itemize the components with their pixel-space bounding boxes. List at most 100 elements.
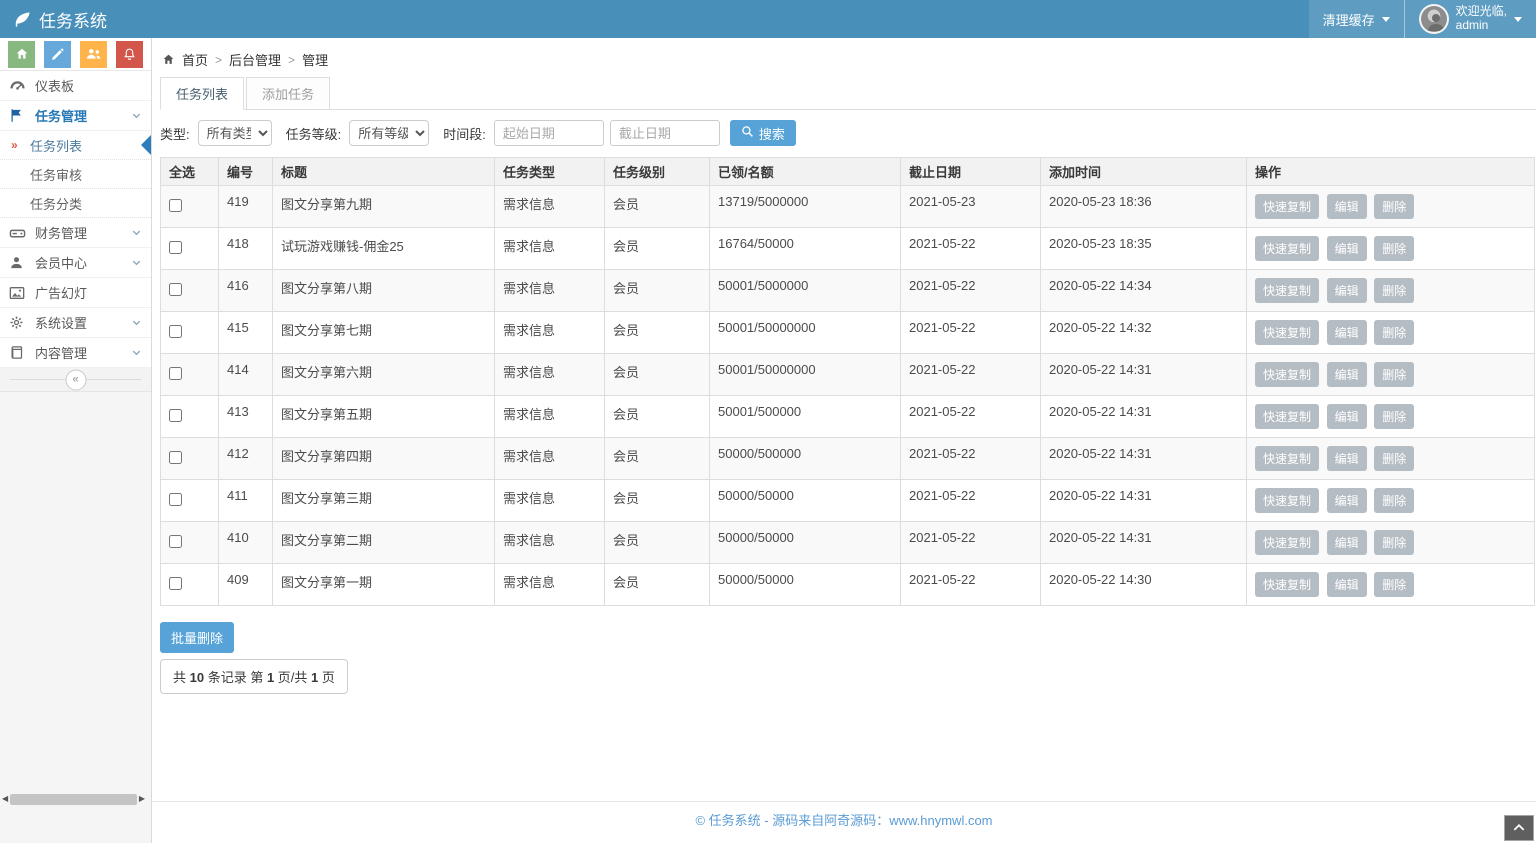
quick-copy-button[interactable]: 快速复制	[1255, 446, 1319, 471]
edit-button[interactable]: 编辑	[1327, 404, 1367, 429]
delete-button[interactable]: 删除	[1374, 404, 1414, 429]
batch-delete-button[interactable]: 批量删除	[160, 622, 234, 653]
cell-added: 2020-05-23 18:36	[1041, 186, 1247, 228]
edit-button[interactable]: 编辑	[1327, 488, 1367, 513]
cell-type: 需求信息	[495, 480, 605, 522]
col-header-quota: 已领/名额	[710, 158, 901, 186]
table-row: 413 图文分享第五期 需求信息 会员 50001/500000 2021-05…	[161, 396, 1535, 438]
footer-text[interactable]: © 任务系统 - 源码来自阿奇源码：www.hnymwl.com	[695, 813, 992, 828]
quick-copy-button[interactable]: 快速复制	[1255, 362, 1319, 387]
delete-button[interactable]: 删除	[1374, 488, 1414, 513]
cell-type: 需求信息	[495, 228, 605, 270]
edit-button[interactable]: 编辑	[1327, 320, 1367, 345]
pagination-text: 共	[173, 670, 190, 685]
row-checkbox[interactable]	[169, 577, 182, 590]
quick-copy-button[interactable]: 快速复制	[1255, 320, 1319, 345]
sidebar-horizontal-scrollbar: ◀ ▶	[0, 793, 147, 805]
delete-button[interactable]: 删除	[1374, 362, 1414, 387]
start-date-input[interactable]	[494, 120, 604, 146]
sidebar-collapse-button[interactable]: «	[65, 369, 86, 390]
quick-copy-button[interactable]: 快速复制	[1255, 194, 1319, 219]
edit-button[interactable]: 编辑	[1327, 278, 1367, 303]
cell-title: 图文分享第四期	[273, 438, 495, 480]
cell-id: 410	[219, 522, 273, 564]
tab-task-list[interactable]: 任务列表	[160, 77, 244, 110]
sidebar-item-content-management[interactable]: 内容管理	[0, 338, 151, 368]
search-button[interactable]: 搜索	[730, 120, 796, 146]
delete-button[interactable]: 删除	[1374, 278, 1414, 303]
scrollbar-thumb[interactable]	[10, 794, 137, 805]
quick-copy-button[interactable]: 快速复制	[1255, 572, 1319, 597]
cell-quota: 50000/50000	[710, 522, 901, 564]
edit-button[interactable]: 编辑	[1327, 194, 1367, 219]
row-checkbox[interactable]	[169, 367, 182, 380]
sidebar-item-dashboard[interactable]: 仪表板	[0, 71, 151, 101]
notifications-quick-button[interactable]	[116, 41, 143, 68]
edit-quick-button[interactable]	[44, 41, 71, 68]
row-checkbox[interactable]	[169, 409, 182, 422]
delete-button[interactable]: 删除	[1374, 446, 1414, 471]
delete-button[interactable]: 删除	[1374, 530, 1414, 555]
sidebar-collapse-row: «	[0, 368, 151, 392]
row-checkbox[interactable]	[169, 325, 182, 338]
sidebar-item-task-category[interactable]: 任务分类	[0, 189, 151, 218]
cell-type: 需求信息	[495, 564, 605, 606]
sidebar-item-member-center[interactable]: 会员中心	[0, 248, 151, 278]
clear-cache-button[interactable]: 清理缓存	[1309, 0, 1404, 38]
edit-button[interactable]: 编辑	[1327, 530, 1367, 555]
cell-quota: 50000/50000	[710, 480, 901, 522]
col-header-title: 标题	[273, 158, 495, 186]
cell-level: 会员	[605, 354, 710, 396]
row-checkbox[interactable]	[169, 451, 182, 464]
image-icon	[9, 286, 26, 300]
home-quick-button[interactable]	[8, 41, 35, 68]
cell-title: 图文分享第二期	[273, 522, 495, 564]
row-checkbox[interactable]	[169, 283, 182, 296]
sidebar-item-task-review[interactable]: 任务审核	[0, 160, 151, 189]
search-icon	[741, 125, 754, 141]
delete-button[interactable]: 删除	[1374, 572, 1414, 597]
edit-button[interactable]: 编辑	[1327, 362, 1367, 387]
quick-copy-button[interactable]: 快速复制	[1255, 278, 1319, 303]
scroll-right-arrow-icon[interactable]: ▶	[139, 795, 145, 803]
col-header-id: 编号	[219, 158, 273, 186]
sidebar-item-system-settings[interactable]: 系统设置	[0, 308, 151, 338]
welcome-line1: 欢迎光临,	[1456, 4, 1507, 18]
cell-deadline: 2021-05-22	[901, 480, 1041, 522]
back-to-top-button[interactable]	[1504, 815, 1534, 841]
chevron-up-icon	[1512, 821, 1526, 836]
row-checkbox[interactable]	[169, 241, 182, 254]
level-filter-select[interactable]: 所有等级	[349, 120, 429, 146]
cell-title: 图文分享第五期	[273, 396, 495, 438]
delete-button[interactable]: 删除	[1374, 320, 1414, 345]
scroll-left-arrow-icon[interactable]: ◀	[2, 795, 8, 803]
sidebar-item-ad-slides[interactable]: 广告幻灯	[0, 278, 151, 308]
avatar	[1419, 4, 1449, 34]
cell-title: 图文分享第一期	[273, 564, 495, 606]
tab-add-task[interactable]: 添加任务	[246, 77, 330, 110]
row-checkbox[interactable]	[169, 535, 182, 548]
breadcrumb-home-link[interactable]: 首页	[182, 50, 208, 69]
row-checkbox[interactable]	[169, 493, 182, 506]
type-filter-label: 类型:	[160, 124, 190, 143]
row-checkbox[interactable]	[169, 199, 182, 212]
sidebar-item-task-list[interactable]: » 任务列表	[0, 131, 151, 160]
edit-button[interactable]: 编辑	[1327, 572, 1367, 597]
end-date-input[interactable]	[610, 120, 720, 146]
quick-copy-button[interactable]: 快速复制	[1255, 404, 1319, 429]
delete-button[interactable]: 删除	[1374, 236, 1414, 261]
user-menu-button[interactable]: 欢迎光临, admin	[1405, 0, 1536, 38]
users-quick-button[interactable]	[80, 41, 107, 68]
quick-copy-button[interactable]: 快速复制	[1255, 530, 1319, 555]
breadcrumb-section-link[interactable]: 后台管理	[229, 50, 281, 69]
type-filter-select[interactable]: 所有类型	[198, 120, 272, 146]
edit-button[interactable]: 编辑	[1327, 236, 1367, 261]
quick-copy-button[interactable]: 快速复制	[1255, 488, 1319, 513]
sidebar-item-finance[interactable]: 财务管理	[0, 218, 151, 248]
task-table-body: 419 图文分享第九期 需求信息 会员 13719/5000000 2021-0…	[161, 186, 1535, 606]
edit-button[interactable]: 编辑	[1327, 446, 1367, 471]
delete-button[interactable]: 删除	[1374, 194, 1414, 219]
quick-copy-button[interactable]: 快速复制	[1255, 236, 1319, 261]
cell-level: 会员	[605, 564, 710, 606]
sidebar-item-task-management[interactable]: 任务管理	[0, 101, 151, 131]
